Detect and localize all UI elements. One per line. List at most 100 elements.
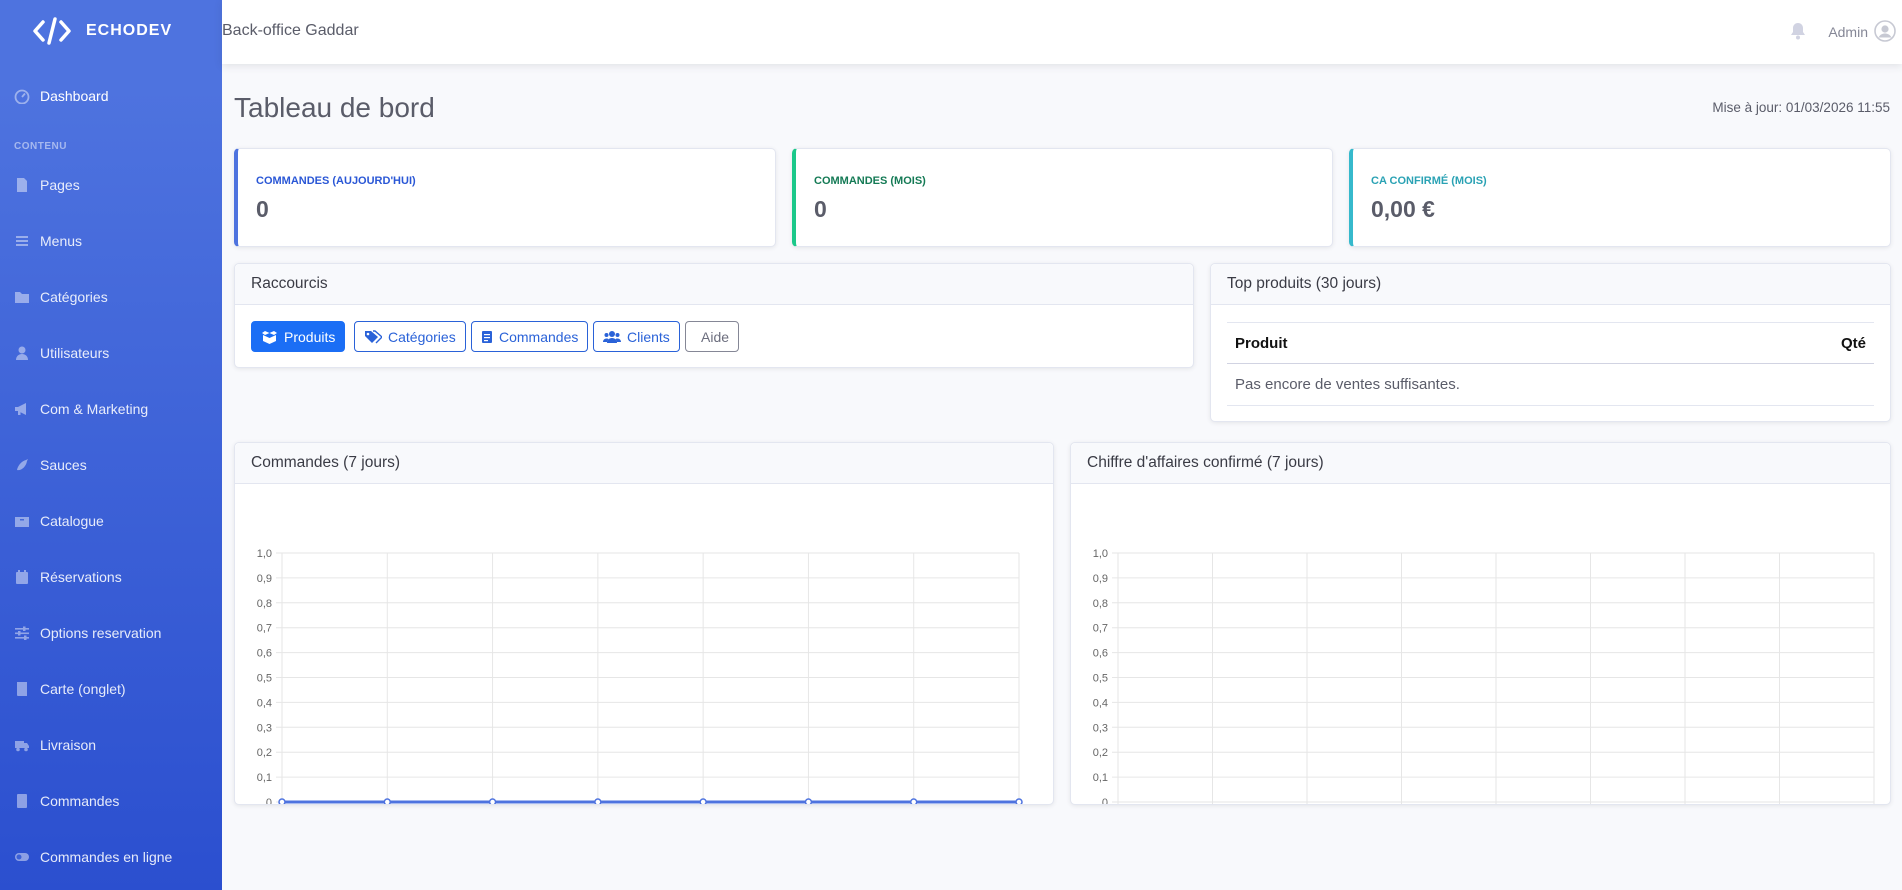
shortcut-label: Catégories xyxy=(388,328,456,345)
data-point xyxy=(594,798,602,804)
last-updated: Mise à jour: 01/03/2026 11:55 xyxy=(1712,100,1890,115)
shortcut-clients-button[interactable]: Clients xyxy=(593,321,680,352)
orders-chart-card: Commandes (7 jours) 0 0,1 0,2 0,3 0,4 0,5 0,6 0… xyxy=(234,442,1054,805)
y-tick-label: 0,7 xyxy=(1093,623,1108,635)
sidebar-item-commandes-en-ligne[interactable]: Commandes en ligne xyxy=(0,843,222,871)
sidebar-item-com-marketing[interactable]: Com & Marketing xyxy=(0,395,222,423)
data-point xyxy=(1015,798,1023,804)
y-tick-label: 0,5 xyxy=(1093,673,1108,685)
data-point xyxy=(909,798,918,804)
stat-value: 0 xyxy=(814,196,827,222)
shortcut-orders-button[interactable]: Commandes xyxy=(471,321,589,352)
stat-card-revenue-month: CA CONFIRMÉ (MOIS) 0,00 € xyxy=(1349,148,1891,247)
bell-icon[interactable] xyxy=(1790,22,1806,45)
stat-card-orders-month: COMMANDES (MOIS) 0 xyxy=(792,148,1333,247)
shortcut-label: Produits xyxy=(284,328,336,345)
user-name[interactable]: Admin xyxy=(1828,24,1868,40)
sidebar-item-reservations[interactable]: Réservations xyxy=(0,563,222,591)
data-point xyxy=(278,798,286,804)
table-header: Produit Qté xyxy=(1227,322,1874,364)
pepper-icon xyxy=(14,457,30,473)
y-tick-label: 0,7 xyxy=(257,623,272,635)
sidebar-item-label: Options reservation xyxy=(40,625,162,641)
sidebar-item-label: Catalogue xyxy=(40,513,104,529)
sidebar-item-label: Réservations xyxy=(40,569,122,585)
sidebar-item-carte-onglet[interactable]: Carte (onglet) xyxy=(0,675,222,703)
data-point xyxy=(804,798,813,804)
brand-name: ECHODEV xyxy=(86,22,173,39)
y-tick-label: 0,3 xyxy=(1093,722,1108,734)
y-tick-label: 0,8 xyxy=(257,598,272,610)
stat-value: 0 xyxy=(256,196,269,222)
sidebar-item-menus[interactable]: Menus xyxy=(0,227,222,255)
sidebar-item-label: Commandes xyxy=(40,793,120,809)
shortcut-help-button[interactable]: Aide xyxy=(685,321,740,352)
shortcut-label: Clients xyxy=(627,328,670,345)
sidebar-item-sauces[interactable]: Sauces xyxy=(0,451,222,479)
y-tick-label: 0,4 xyxy=(257,697,272,709)
orders-chart-title: Commandes (7 jours) xyxy=(235,443,1053,484)
user-icon xyxy=(14,345,30,361)
sidebar-item-commandes[interactable]: Commandes xyxy=(0,787,222,815)
receipt-icon xyxy=(482,330,492,343)
data-point xyxy=(488,798,497,804)
sidebar-item-catalogue[interactable]: Catalogue xyxy=(0,507,222,535)
stat-card-orders-today: COMMANDES (AUJOURD'HUI) 0 xyxy=(234,148,776,247)
sidebar-item-options-reservation[interactable]: Options reservation xyxy=(0,619,222,647)
sidebar-item-pages[interactable]: Pages xyxy=(0,171,222,199)
shortcuts-card: Raccourcis xyxy=(234,263,1194,368)
revenue-bar-chart: 00,10,20,30,40,50,60,70,80,91,022/0223/0… xyxy=(1093,548,1875,804)
y-tick-label: 0,9 xyxy=(257,573,272,585)
sidebar-item-label: Commandes en ligne xyxy=(40,849,173,865)
stat-label: CA CONFIRMÉ (MOIS) xyxy=(1371,175,1487,187)
folder-icon xyxy=(14,289,30,305)
sidebar: ECHODEV Dashboard Pages Menus Catégories Uti… xyxy=(0,0,222,890)
stat-value: 0,00 € xyxy=(1371,196,1435,222)
y-tick-label: 1,0 xyxy=(257,548,272,560)
y-tick-label: 0,1 xyxy=(257,772,272,784)
shortcut-categories-button[interactable]: Catégories xyxy=(354,321,466,352)
y-tick-label: 0,2 xyxy=(257,747,272,759)
shortcuts-title: Raccourcis xyxy=(235,264,1193,305)
y-tick-label: 0,1 xyxy=(1093,772,1108,784)
sliders-icon xyxy=(14,625,30,641)
sidebar-item-categories[interactable]: Catégories xyxy=(0,283,222,311)
y-tick-label: 0,4 xyxy=(1093,697,1108,709)
top-products-title: Top produits (30 jours) xyxy=(1211,264,1890,305)
users-icon xyxy=(603,330,621,343)
y-tick-label: 0,8 xyxy=(1093,598,1108,610)
sidebar-item-livraison[interactable]: Livraison xyxy=(0,731,222,759)
bullhorn-icon xyxy=(14,401,30,417)
y-tick-label: 0,5 xyxy=(257,673,272,685)
column-header-qty: Qté xyxy=(1840,334,1866,352)
revenue-chart-title: Chiffre d'affaires confirmé (7 jours) xyxy=(1071,443,1890,484)
sidebar-heading: CONTENU xyxy=(14,141,67,152)
receipt-icon xyxy=(14,793,30,809)
sidebar-item-label: Utilisateurs xyxy=(40,345,110,361)
orders-line-chart: 00,10,20,30,40,50,60,70,80,91,022/0223/0… xyxy=(257,548,1023,804)
empty-message: Pas encore de ventes suffisantes. xyxy=(1235,376,1460,393)
table-row: Pas encore de ventes suffisantes. xyxy=(1227,364,1874,406)
y-tick-label: 0,6 xyxy=(257,648,272,660)
top-products-card: Top produits (30 jours) Produit Qté Pas … xyxy=(1210,263,1891,422)
box-icon xyxy=(14,513,30,529)
sidebar-item-label: Pages xyxy=(40,177,80,193)
truck-icon xyxy=(14,737,30,753)
sidebar-item-label: Carte (onglet) xyxy=(40,681,126,697)
sidebar-item-label: Catégories xyxy=(40,289,108,305)
y-tick-label: 0,6 xyxy=(1093,648,1108,660)
shortcut-products-button[interactable]: Produits xyxy=(251,321,346,352)
sidebar-item-utilisateurs[interactable]: Utilisateurs xyxy=(0,339,222,367)
y-tick-label: 0 xyxy=(1102,797,1108,804)
shortcut-label: Commandes xyxy=(499,328,579,345)
data-point xyxy=(699,798,707,804)
user-avatar-icon[interactable] xyxy=(1874,20,1896,47)
shortcut-label: Aide xyxy=(701,328,730,345)
brand[interactable]: ECHODEV xyxy=(0,0,222,62)
revenue-chart-card: Chiffre d'affaires confirmé (7 jours) 0 0… xyxy=(1070,442,1891,805)
sidebar-item-label: Com & Marketing xyxy=(40,401,149,417)
calendar-icon xyxy=(14,569,30,585)
sidebar-item-label: Dashboard xyxy=(40,88,109,104)
topbar: Back-office Gaddar Admin xyxy=(222,0,1902,64)
sidebar-item-dashboard[interactable]: Dashboard xyxy=(0,82,222,110)
